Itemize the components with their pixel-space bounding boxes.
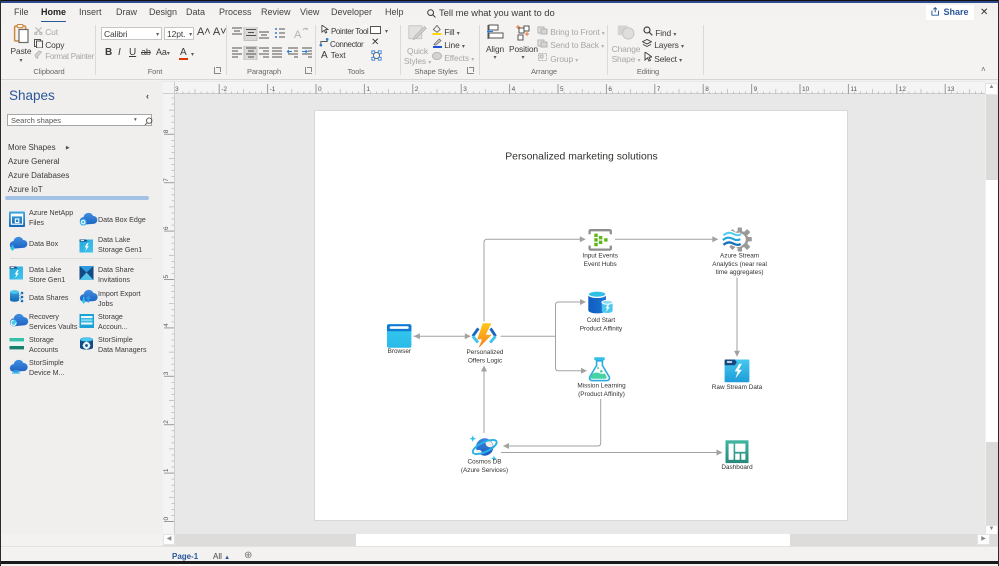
svg-text:-2: -2 [221, 86, 227, 93]
svg-text:A: A [294, 29, 302, 41]
svg-text:Cold Start: Cold Start [587, 317, 616, 324]
svg-text:5: 5 [560, 86, 564, 93]
svg-text:Event Hubs: Event Hubs [584, 261, 617, 268]
svg-text:7: 7 [163, 178, 170, 182]
svg-text:4: 4 [512, 86, 516, 93]
svg-text:Dashboard: Dashboard [721, 464, 753, 471]
svg-text:Personalized: Personalized [467, 349, 504, 356]
svg-text:Azure Stream: Azure Stream [720, 253, 759, 260]
svg-text:3: 3 [463, 86, 467, 93]
svg-text:(Product Affinity): (Product Affinity) [578, 391, 625, 398]
svg-text:time aggregates): time aggregates) [716, 269, 764, 276]
svg-text:6: 6 [163, 226, 170, 230]
svg-text:9: 9 [754, 86, 758, 93]
svg-text:0: 0 [318, 86, 322, 93]
svg-text:Raw Stream Data: Raw Stream Data [712, 384, 763, 391]
svg-text:4: 4 [163, 323, 170, 327]
svg-text:Personalized marketing solutio: Personalized marketing solutions [505, 152, 657, 163]
svg-text:2: 2 [415, 86, 419, 93]
svg-text:Browser: Browser [388, 348, 412, 355]
svg-text:11: 11 [850, 86, 857, 93]
svg-text:6: 6 [608, 86, 612, 93]
svg-text:(Azure Services): (Azure Services) [461, 467, 508, 474]
svg-text:Mission Learning: Mission Learning [577, 383, 626, 390]
svg-text:Offers Logic: Offers Logic [468, 357, 503, 364]
svg-text:0: 0 [163, 517, 170, 521]
svg-text:Analytics (near real: Analytics (near real [712, 261, 767, 268]
svg-text:Product Affinity: Product Affinity [580, 325, 623, 332]
svg-text:Input Events: Input Events [582, 253, 618, 260]
svg-text:1: 1 [163, 468, 170, 472]
svg-text:2: 2 [163, 420, 170, 424]
svg-text:7: 7 [657, 86, 661, 93]
svg-text:-1: -1 [270, 86, 276, 93]
svg-text:Cosmos DB: Cosmos DB [467, 459, 501, 466]
svg-text:1: 1 [366, 86, 370, 93]
svg-text:8: 8 [163, 129, 170, 133]
svg-text:5: 5 [163, 275, 170, 279]
svg-text:3: 3 [163, 371, 170, 375]
svg-text:8: 8 [705, 86, 709, 93]
